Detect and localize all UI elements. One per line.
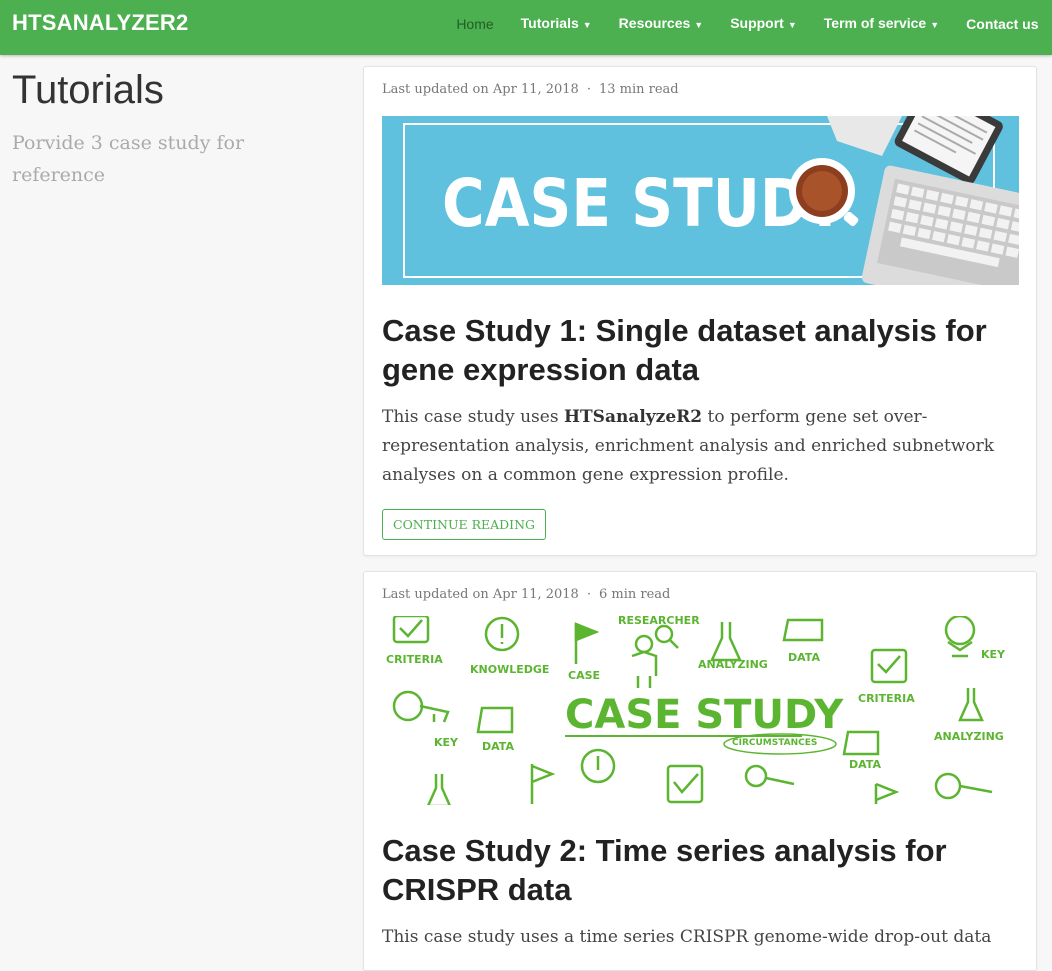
top-navbar: HTSANALYZER2 Home Tutorials ▼ Resources ▼ … <box>0 0 1052 55</box>
caret-down-icon: ▼ <box>694 19 704 30</box>
post-summary: This case study uses a time series CRISP… <box>382 927 992 947</box>
post-reading-time: 6 min read <box>598 587 671 602</box>
image-word: CASE <box>568 669 600 682</box>
image-word: CRITERIA <box>858 692 915 705</box>
image-word: CRITERIA <box>386 653 443 666</box>
post-meta: Last updated on Apr 11, 2018 · 6 min read <box>382 586 1018 608</box>
nav-support[interactable]: Support ▼ <box>717 0 811 49</box>
image-word: KEY <box>981 648 1006 661</box>
nav-term-of-service[interactable]: Term of service ▼ <box>810 0 952 49</box>
caret-down-icon: ▼ <box>582 19 592 30</box>
continue-reading-button[interactable]: CONTINUE READING <box>382 509 547 540</box>
summary-package-name: HTSanalyzeR2 <box>563 407 703 427</box>
nav-resources[interactable]: Resources ▼ <box>605 0 717 49</box>
case-study-1-image[interactable]: CASE STUDY <box>382 116 1019 285</box>
nav-home-label: Home <box>456 16 494 32</box>
nav-term-of-service-label: Term of service <box>823 15 927 32</box>
page-title: Tutorials <box>12 68 164 112</box>
image-word: DATA <box>849 758 881 771</box>
nav-resources-label: Resources <box>618 15 691 32</box>
case-study-image-text: CASE STUDY <box>442 164 847 242</box>
post-summary: This case study uses HTSanalyzeR2 to per… <box>382 403 1018 490</box>
brand-logo-link[interactable]: HTSANALYZER2 <box>12 10 188 36</box>
image-word: KNOWLEDGE <box>470 663 549 676</box>
summary-text: This case study uses <box>382 407 564 427</box>
image-word: DATA <box>482 740 514 753</box>
post-date: Last updated on Apr 11, 2018 <box>382 587 579 602</box>
main-nav: Home Tutorials ▼ Resources ▼ Support ▼ Term… <box>443 0 1052 48</box>
image-word: ANALYZING <box>934 730 1004 743</box>
nav-tutorials-label: Tutorials <box>520 15 579 32</box>
case-study-image-text: CASE STUDY <box>565 692 844 738</box>
post-title[interactable]: Case Study 1: Single dataset analysis fo… <box>382 311 1018 389</box>
page-subtitle: Porvide 3 case study for reference <box>12 132 245 186</box>
image-word: CIRCUMSTANCES <box>732 738 817 748</box>
post-date: Last updated on Apr 11, 2018 <box>382 82 579 97</box>
post-reading-time: 13 min read <box>598 82 679 97</box>
nav-tutorials[interactable]: Tutorials ▼ <box>507 0 605 49</box>
image-word: KEY <box>434 736 459 749</box>
meta-separator: · <box>586 587 591 602</box>
caret-down-icon: ▼ <box>787 19 797 30</box>
post-title[interactable]: Case Study 2: Time series analysis for C… <box>382 831 1018 909</box>
case-study-2-image[interactable]: CRITERIA KNOWLEDGE CASE RESEARCHER ANALY… <box>382 616 1019 805</box>
post-meta: Last updated on Apr 11, 2018 · 13 min read <box>382 81 1018 103</box>
nav-home[interactable]: Home <box>443 0 507 48</box>
post-card-2: Last updated on Apr 11, 2018 · 6 min read … <box>363 571 1037 971</box>
page-sidebar: Tutorials Porvide 3 case study for refer… <box>12 68 342 191</box>
meta-separator: · <box>586 82 591 97</box>
nav-support-label: Support <box>730 15 784 32</box>
nav-contact-us[interactable]: Contact us <box>953 0 1052 48</box>
image-word: RESEARCHER <box>618 616 700 627</box>
nav-contact-us-label: Contact us <box>966 16 1039 32</box>
post-card-1: Last updated on Apr 11, 2018 · 13 min read… <box>363 66 1037 556</box>
image-word: DATA <box>788 651 820 664</box>
caret-down-icon: ▼ <box>930 19 940 30</box>
